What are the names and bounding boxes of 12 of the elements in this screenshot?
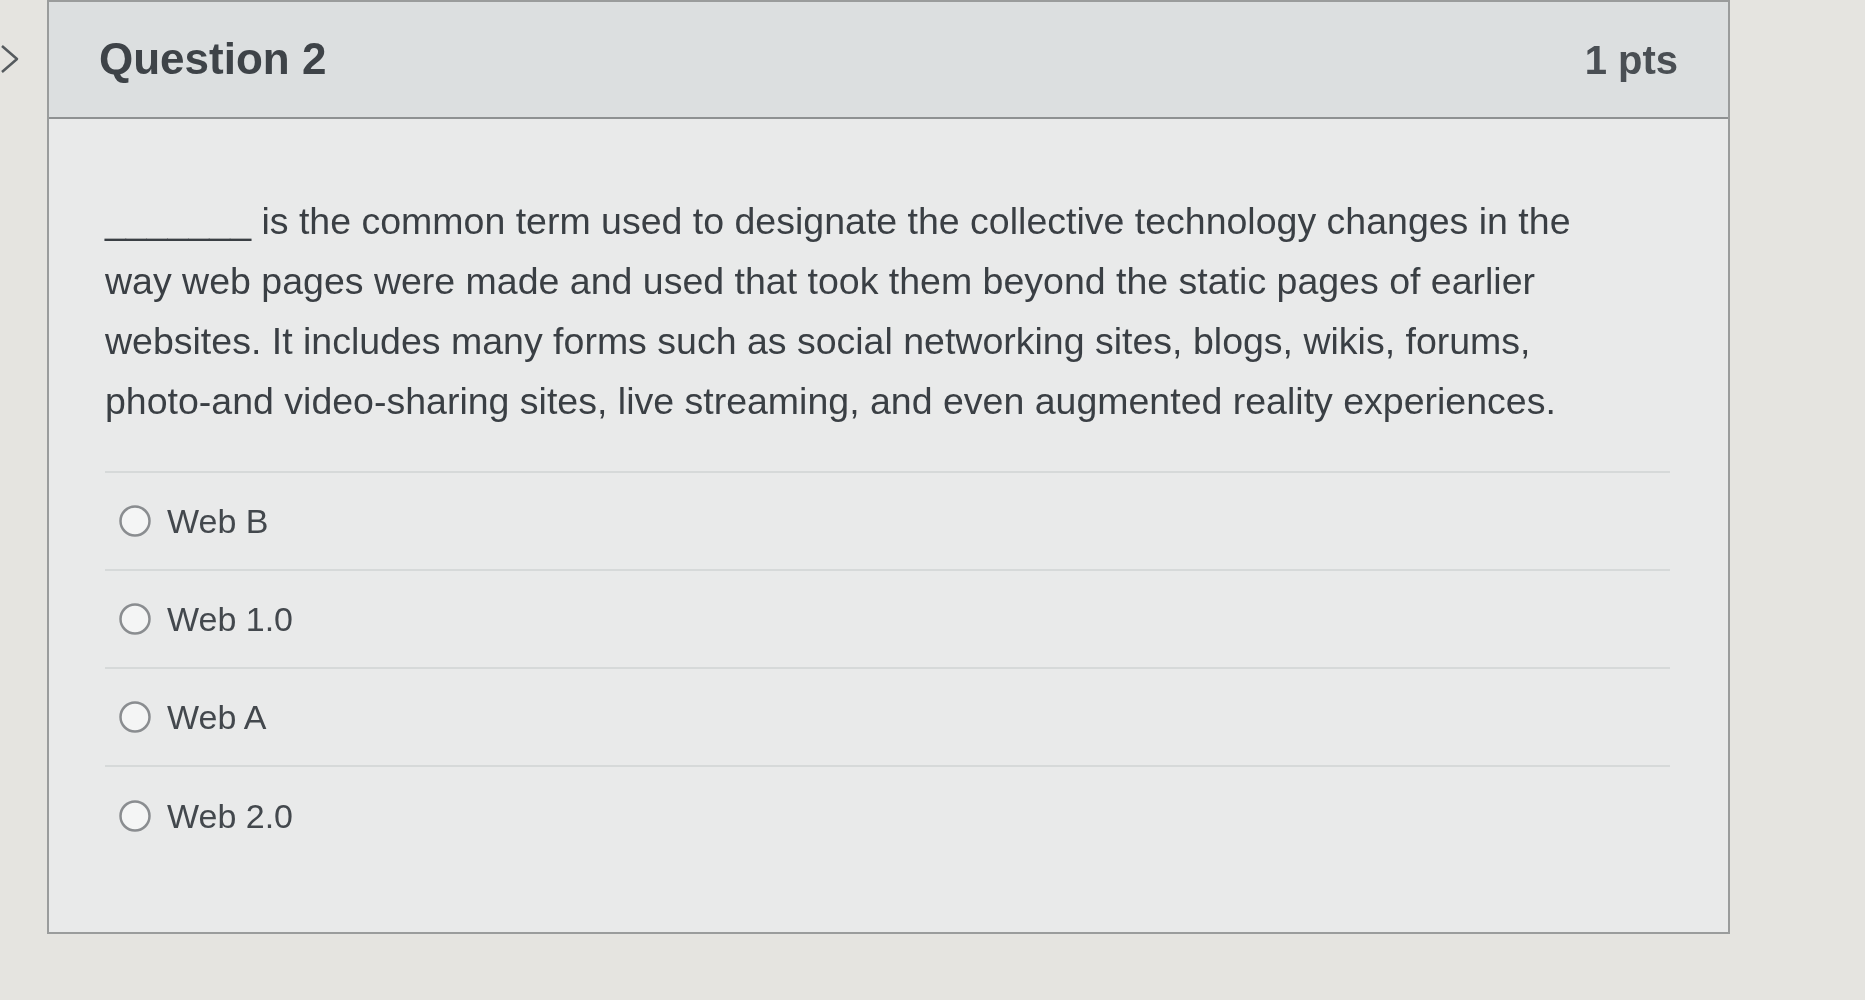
- chevron-right-icon[interactable]: [0, 44, 20, 74]
- answer-option-label[interactable]: Web 1.0: [167, 593, 293, 645]
- answer-option-label[interactable]: Web A: [167, 691, 267, 743]
- radio-button-icon[interactable]: [119, 800, 151, 832]
- radio-button-icon[interactable]: [119, 701, 151, 733]
- radio-button-icon[interactable]: [119, 505, 151, 537]
- answer-option-label[interactable]: Web 2.0: [167, 790, 293, 842]
- answer-option-label[interactable]: Web B: [167, 495, 269, 547]
- question-text: _______ is the common term used to designate the collective technology changes in the way web pages were made and used that took them beyond the static pages of earlier websites. It includes many forms such as social networking sites, blogs, wikis, forums, photo-and video-sharing sites, live streaming, and even augmented reality experiences.: [105, 199, 1572, 424]
- points-label: 1 pts: [1584, 36, 1678, 84]
- question-title: Question 2: [99, 33, 327, 86]
- radio-button-icon[interactable]: [119, 603, 151, 635]
